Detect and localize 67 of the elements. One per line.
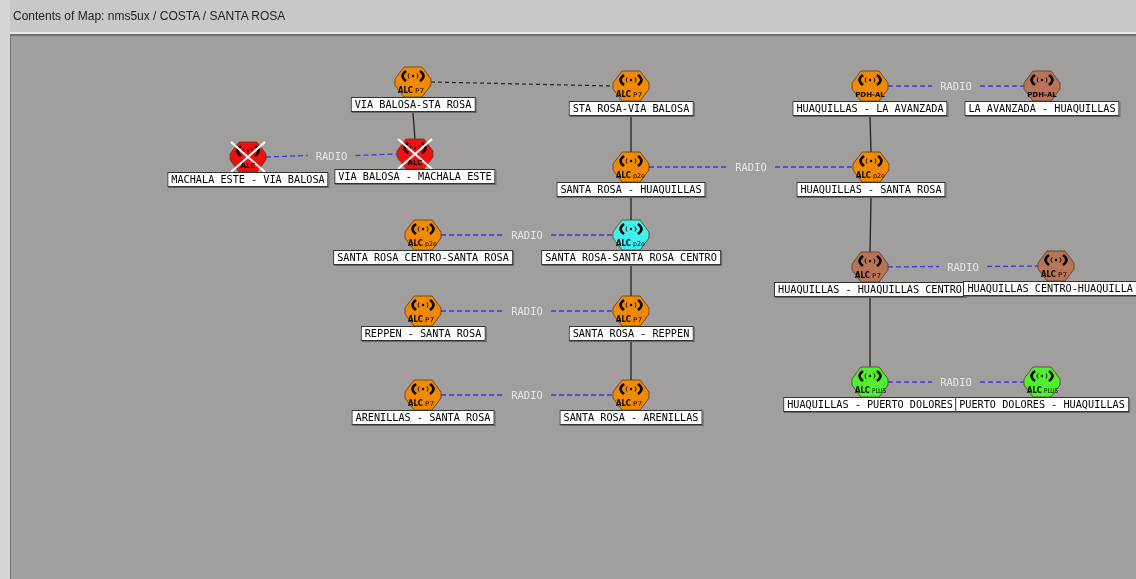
radio-device-icon[interactable] bbox=[851, 70, 889, 102]
link-label: RADIO bbox=[511, 229, 543, 241]
radio-device-icon[interactable] bbox=[404, 379, 442, 411]
node-label[interactable]: HUAQUILLAS CENTRO-HUAQUILLA bbox=[963, 281, 1136, 296]
radio-device-icon[interactable] bbox=[852, 151, 890, 183]
radio-device-icon[interactable] bbox=[851, 251, 889, 283]
node-label[interactable]: HUAQUILLAS - SANTA ROSA bbox=[796, 182, 946, 197]
link-label: RADIO bbox=[947, 260, 979, 273]
node-label[interactable]: PUERTO DOLORES - HUAQUILLAS bbox=[955, 397, 1129, 412]
link-label: RADIO bbox=[315, 149, 348, 162]
radio-device-icon[interactable] bbox=[612, 295, 650, 327]
link-line bbox=[630, 341, 632, 381]
radio-device-icon[interactable] bbox=[1023, 366, 1061, 398]
failed-device-icon[interactable] bbox=[396, 138, 434, 170]
link-label: RADIO bbox=[511, 305, 543, 317]
radio-device-icon[interactable] bbox=[404, 219, 442, 251]
node-label[interactable]: VIA BALOSA-STA ROSA bbox=[350, 97, 476, 112]
node-label[interactable]: LA AVANZADA - HUAQUILLAS bbox=[964, 101, 1120, 116]
link-line bbox=[630, 116, 632, 153]
node-label[interactable]: SANTA ROSA - REPPEN bbox=[568, 326, 694, 341]
radio-device-icon[interactable] bbox=[612, 219, 650, 251]
window-title: Contents of Map: nms5ux / COSTA / SANTA ROSA bbox=[13, 9, 286, 23]
badge-text: ALC bbox=[1041, 270, 1059, 279]
link-line bbox=[869, 197, 872, 253]
radio-device-icon[interactable] bbox=[612, 70, 650, 102]
link-line bbox=[869, 116, 872, 153]
radio-device-icon[interactable] bbox=[404, 295, 442, 327]
link-line bbox=[630, 197, 632, 221]
radio-device-icon[interactable] bbox=[1023, 70, 1061, 102]
badge-text: ALC bbox=[616, 90, 634, 99]
radio-device-icon[interactable] bbox=[1037, 250, 1075, 282]
badge-text: ALC bbox=[408, 399, 426, 408]
link-label: RADIO bbox=[940, 80, 972, 92]
radio-device-icon[interactable] bbox=[394, 66, 432, 98]
badge-text: ALC bbox=[1027, 386, 1045, 395]
node-label[interactable]: SANTA ROSA CENTRO-SANTA ROSA bbox=[333, 250, 513, 265]
node-label[interactable]: HUAQUILLAS - HUAQUILLAS CENTRO bbox=[774, 282, 966, 297]
radio-device-icon[interactable] bbox=[612, 379, 650, 411]
link-label: RADIO bbox=[511, 389, 543, 401]
badge-text: ALC bbox=[616, 171, 634, 180]
badge-text: ALC bbox=[398, 86, 416, 95]
link-line bbox=[412, 112, 416, 140]
node-label[interactable]: SANTA ROSA - ARENILLAS bbox=[559, 410, 703, 425]
node-label[interactable]: SANTA ROSA-SANTA ROSA CENTRO bbox=[541, 250, 721, 265]
badge-text: ALC bbox=[616, 239, 634, 248]
badge-text: ALC bbox=[855, 271, 873, 280]
node-label[interactable]: STA ROSA-VIA BALOSA bbox=[568, 101, 694, 116]
node-label[interactable]: VIA BALOSA - MACHALA ESTE bbox=[334, 169, 496, 184]
radio-device-icon[interactable] bbox=[851, 366, 889, 398]
failed-device-icon[interactable] bbox=[229, 141, 267, 173]
radio-device-icon[interactable] bbox=[612, 151, 650, 183]
badge-text: ALC bbox=[856, 171, 874, 180]
link-line bbox=[869, 297, 871, 368]
badge-text: ALC bbox=[408, 315, 426, 324]
node-label[interactable]: REPPEN - SANTA ROSA bbox=[360, 326, 486, 341]
badge-text: ALC bbox=[855, 386, 873, 395]
badge-text: ALC bbox=[408, 239, 426, 248]
badge-text: ALC bbox=[616, 315, 634, 324]
link-label: RADIO bbox=[735, 161, 767, 173]
node-label[interactable]: HUAQUILLAS - LA AVANZADA bbox=[792, 101, 948, 116]
link-line bbox=[630, 265, 632, 297]
node-label[interactable]: SANTA ROSA - HUAQUILLAS bbox=[556, 182, 706, 197]
node-label[interactable]: HUAQUILLAS - PUERTO DOLORES bbox=[783, 397, 957, 412]
node-label[interactable]: ARENILLAS - SANTA ROSA bbox=[351, 410, 495, 425]
link-label: RADIO bbox=[940, 376, 972, 388]
node-label[interactable]: MACHALA ESTE - VIA BALOSA bbox=[167, 172, 329, 187]
badge-text: ALC bbox=[616, 399, 634, 408]
